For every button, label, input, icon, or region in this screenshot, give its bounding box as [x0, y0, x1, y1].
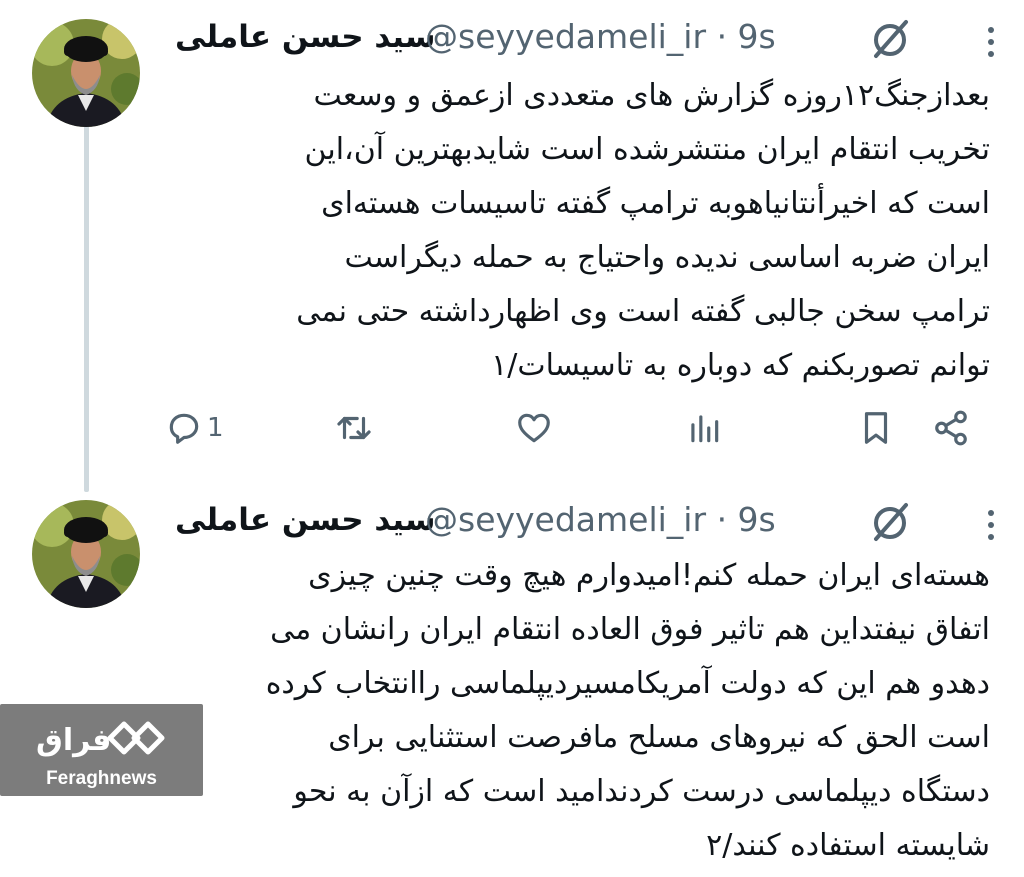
like-button[interactable]	[515, 404, 553, 452]
tweet-header: سید حسن عاملی @seyyedameli_ir · 9s	[175, 497, 1004, 547]
reply-count: 1	[207, 413, 224, 443]
avatar-photo	[32, 19, 140, 127]
tweet-text: بعدازجنگ۱۲روزه گزارش های متعددی ازعمق و …	[296, 78, 990, 383]
feraghnews-watermark: فراق Feraghnews	[0, 704, 203, 796]
tweet-header: سید حسن عاملی @seyyedameli_ir · 9s	[175, 14, 1004, 64]
author-name[interactable]: سید حسن عاملی	[175, 14, 435, 60]
retweet-icon	[337, 416, 371, 440]
tweet-time[interactable]: · 9s	[717, 17, 776, 56]
thread-connector-line	[84, 122, 89, 492]
share-icon	[935, 410, 967, 446]
tweet-actions: 1	[165, 404, 980, 452]
author-handle[interactable]: @seyyedameli_ir	[425, 500, 706, 539]
retweet-button[interactable]	[335, 404, 373, 452]
watermark-brand: Feraghnews	[46, 768, 157, 789]
avatar[interactable]	[32, 19, 140, 127]
author-handle[interactable]: @seyyedameli_ir	[425, 17, 706, 56]
like-icon	[518, 413, 550, 443]
bookmark-icon	[864, 412, 888, 444]
grok-icon[interactable]	[868, 16, 914, 62]
more-options-icon[interactable]	[984, 22, 998, 62]
avatar-photo	[32, 500, 140, 608]
grok-icon[interactable]	[868, 499, 914, 545]
tweet-text: هسته‌ای ایران حمله کنم!امیدوارم هیچ وقت …	[265, 558, 990, 863]
tweet-time[interactable]: · 9s	[717, 500, 776, 539]
bookmark-button[interactable]	[857, 404, 895, 452]
share-button[interactable]	[932, 404, 970, 452]
logo-text: فراق	[36, 723, 111, 758]
author-handle-and-time[interactable]: @seyyedameli_ir · 9s	[425, 14, 776, 60]
views-icon	[691, 415, 719, 443]
author-name[interactable]: سید حسن عاملی	[175, 497, 435, 543]
avatar[interactable]	[32, 500, 140, 608]
reply-icon	[169, 413, 199, 444]
reply-button[interactable]: 1	[165, 404, 224, 452]
feraghnews-logo-icon: فراق	[36, 721, 165, 758]
author-handle-and-time[interactable]: @seyyedameli_ir · 9s	[425, 497, 776, 543]
more-options-icon[interactable]	[984, 505, 998, 545]
views-button[interactable]	[685, 404, 723, 452]
